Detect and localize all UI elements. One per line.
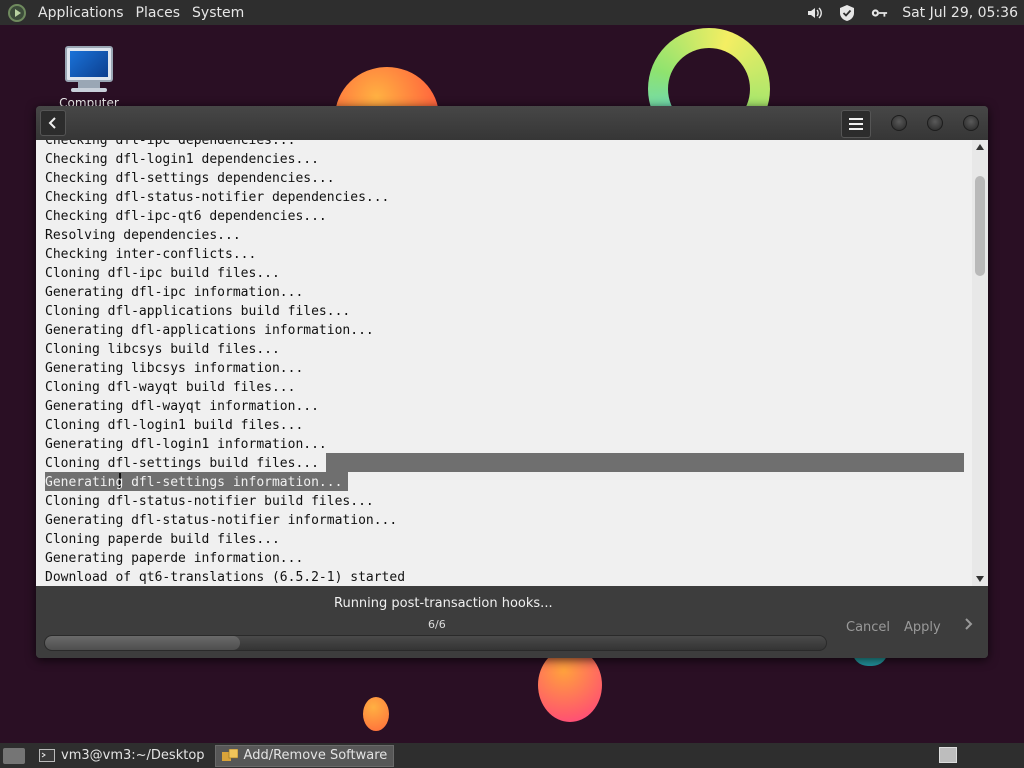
volume-icon[interactable] bbox=[806, 4, 824, 22]
log-line: Generating dfl-ipc information... bbox=[45, 285, 304, 300]
scroll-up-icon[interactable] bbox=[976, 144, 984, 150]
log-line: Resolving dependencies... bbox=[45, 228, 241, 243]
text-selection bbox=[326, 453, 964, 472]
log-line: Cloning dfl-wayqt build files... bbox=[45, 380, 296, 395]
log-line: Cloning paperde build files... bbox=[45, 532, 280, 547]
window-titlebar[interactable] bbox=[36, 106, 988, 140]
log-line: Cloning dfl-settings build files... bbox=[45, 456, 319, 471]
apply-button[interactable]: Apply bbox=[898, 616, 947, 638]
log-scrollbar[interactable] bbox=[972, 140, 988, 586]
package-icon bbox=[221, 749, 238, 761]
log-line: Checking dfl-status-notifier dependencie… bbox=[45, 190, 390, 205]
log-line: Checking dfl-ipc dependencies... bbox=[45, 140, 296, 148]
log-line: Generating dfl-settings information... bbox=[45, 475, 343, 490]
computer-icon bbox=[65, 46, 113, 82]
top-panel: Applications Places System Sat Jul 29, 0… bbox=[0, 0, 1024, 25]
add-remove-software-window: Checking dfl-ipc dependencies... Checking… bbox=[36, 106, 988, 658]
progress-count: 6/6 bbox=[428, 618, 446, 631]
wallpaper-shape bbox=[363, 697, 389, 731]
desktop-icon-computer[interactable]: Computer bbox=[56, 46, 122, 110]
menu-places[interactable]: Places bbox=[130, 5, 187, 21]
log-line: Checking inter-conflicts... bbox=[45, 247, 257, 262]
hamburger-icon bbox=[849, 118, 863, 130]
arrow-right-icon bbox=[965, 618, 973, 630]
log-line: Generating dfl-login1 information... bbox=[45, 437, 327, 452]
menu-button[interactable] bbox=[841, 110, 871, 138]
close-button[interactable] bbox=[963, 115, 979, 131]
minimize-button[interactable] bbox=[891, 115, 907, 131]
show-desktop-icon[interactable] bbox=[3, 747, 25, 764]
log-line: Checking dfl-login1 dependencies... bbox=[45, 152, 319, 167]
log-line: Checking dfl-ipc-qt6 dependencies... bbox=[45, 209, 327, 224]
scrollbar-thumb[interactable] bbox=[975, 176, 985, 276]
transaction-footer: Running post-transaction hooks... 6/6 Ca… bbox=[36, 586, 988, 658]
bottom-panel: vm3@vm3:~/Desktop Add/Remove Software bbox=[0, 743, 1024, 768]
transaction-log[interactable]: Checking dfl-ipc dependencies... Checking… bbox=[36, 140, 988, 586]
log-line: Download of qt6-translations (6.5.2-1) s… bbox=[45, 570, 406, 585]
progress-fill bbox=[45, 636, 241, 650]
wallpaper-shape bbox=[538, 648, 602, 722]
workspace-switcher[interactable] bbox=[939, 747, 957, 763]
log-line: Generating dfl-wayqt information... bbox=[45, 399, 319, 414]
log-line: Cloning libcsys build files... bbox=[45, 342, 280, 357]
system-tray: Sat Jul 29, 05:36 bbox=[806, 0, 1018, 25]
log-line: Cloning dfl-ipc build files... bbox=[45, 266, 280, 281]
task-label: Add/Remove Software bbox=[243, 748, 388, 763]
log-line: Generating dfl-applications information.… bbox=[45, 323, 374, 338]
cancel-button[interactable]: Cancel bbox=[840, 616, 896, 638]
menu-logo-icon[interactable] bbox=[8, 3, 26, 22]
scroll-down-icon[interactable] bbox=[976, 576, 984, 582]
log-line: Cloning dfl-status-notifier build files.… bbox=[45, 494, 374, 509]
back-button[interactable] bbox=[40, 110, 66, 136]
key-icon[interactable] bbox=[870, 4, 888, 22]
shield-icon[interactable] bbox=[838, 4, 856, 22]
log-line: Cloning dfl-login1 build files... bbox=[45, 418, 304, 433]
arrow-left-icon bbox=[48, 117, 56, 129]
task-add-remove-software[interactable]: Add/Remove Software bbox=[214, 744, 395, 767]
log-line: Generating dfl-status-notifier informati… bbox=[45, 513, 398, 528]
log-line: Generating paperde information... bbox=[45, 551, 304, 566]
computer-icon-base bbox=[71, 88, 107, 92]
log-line: Cloning dfl-applications build files... bbox=[45, 304, 351, 319]
forward-button[interactable] bbox=[956, 612, 980, 636]
task-terminal[interactable]: vm3@vm3:~/Desktop bbox=[33, 745, 211, 767]
task-label: vm3@vm3:~/Desktop bbox=[61, 748, 205, 763]
progress-bar bbox=[44, 635, 827, 651]
clock[interactable]: Sat Jul 29, 05:36 bbox=[902, 5, 1018, 21]
terminal-icon bbox=[39, 749, 55, 762]
menu-system[interactable]: System bbox=[186, 5, 250, 21]
status-text: Running post-transaction hooks... bbox=[334, 596, 553, 611]
maximize-button[interactable] bbox=[927, 115, 943, 131]
log-line: Checking dfl-settings dependencies... bbox=[45, 171, 335, 186]
menu-applications[interactable]: Applications bbox=[32, 5, 130, 21]
log-line: Generating libcsys information... bbox=[45, 361, 304, 376]
